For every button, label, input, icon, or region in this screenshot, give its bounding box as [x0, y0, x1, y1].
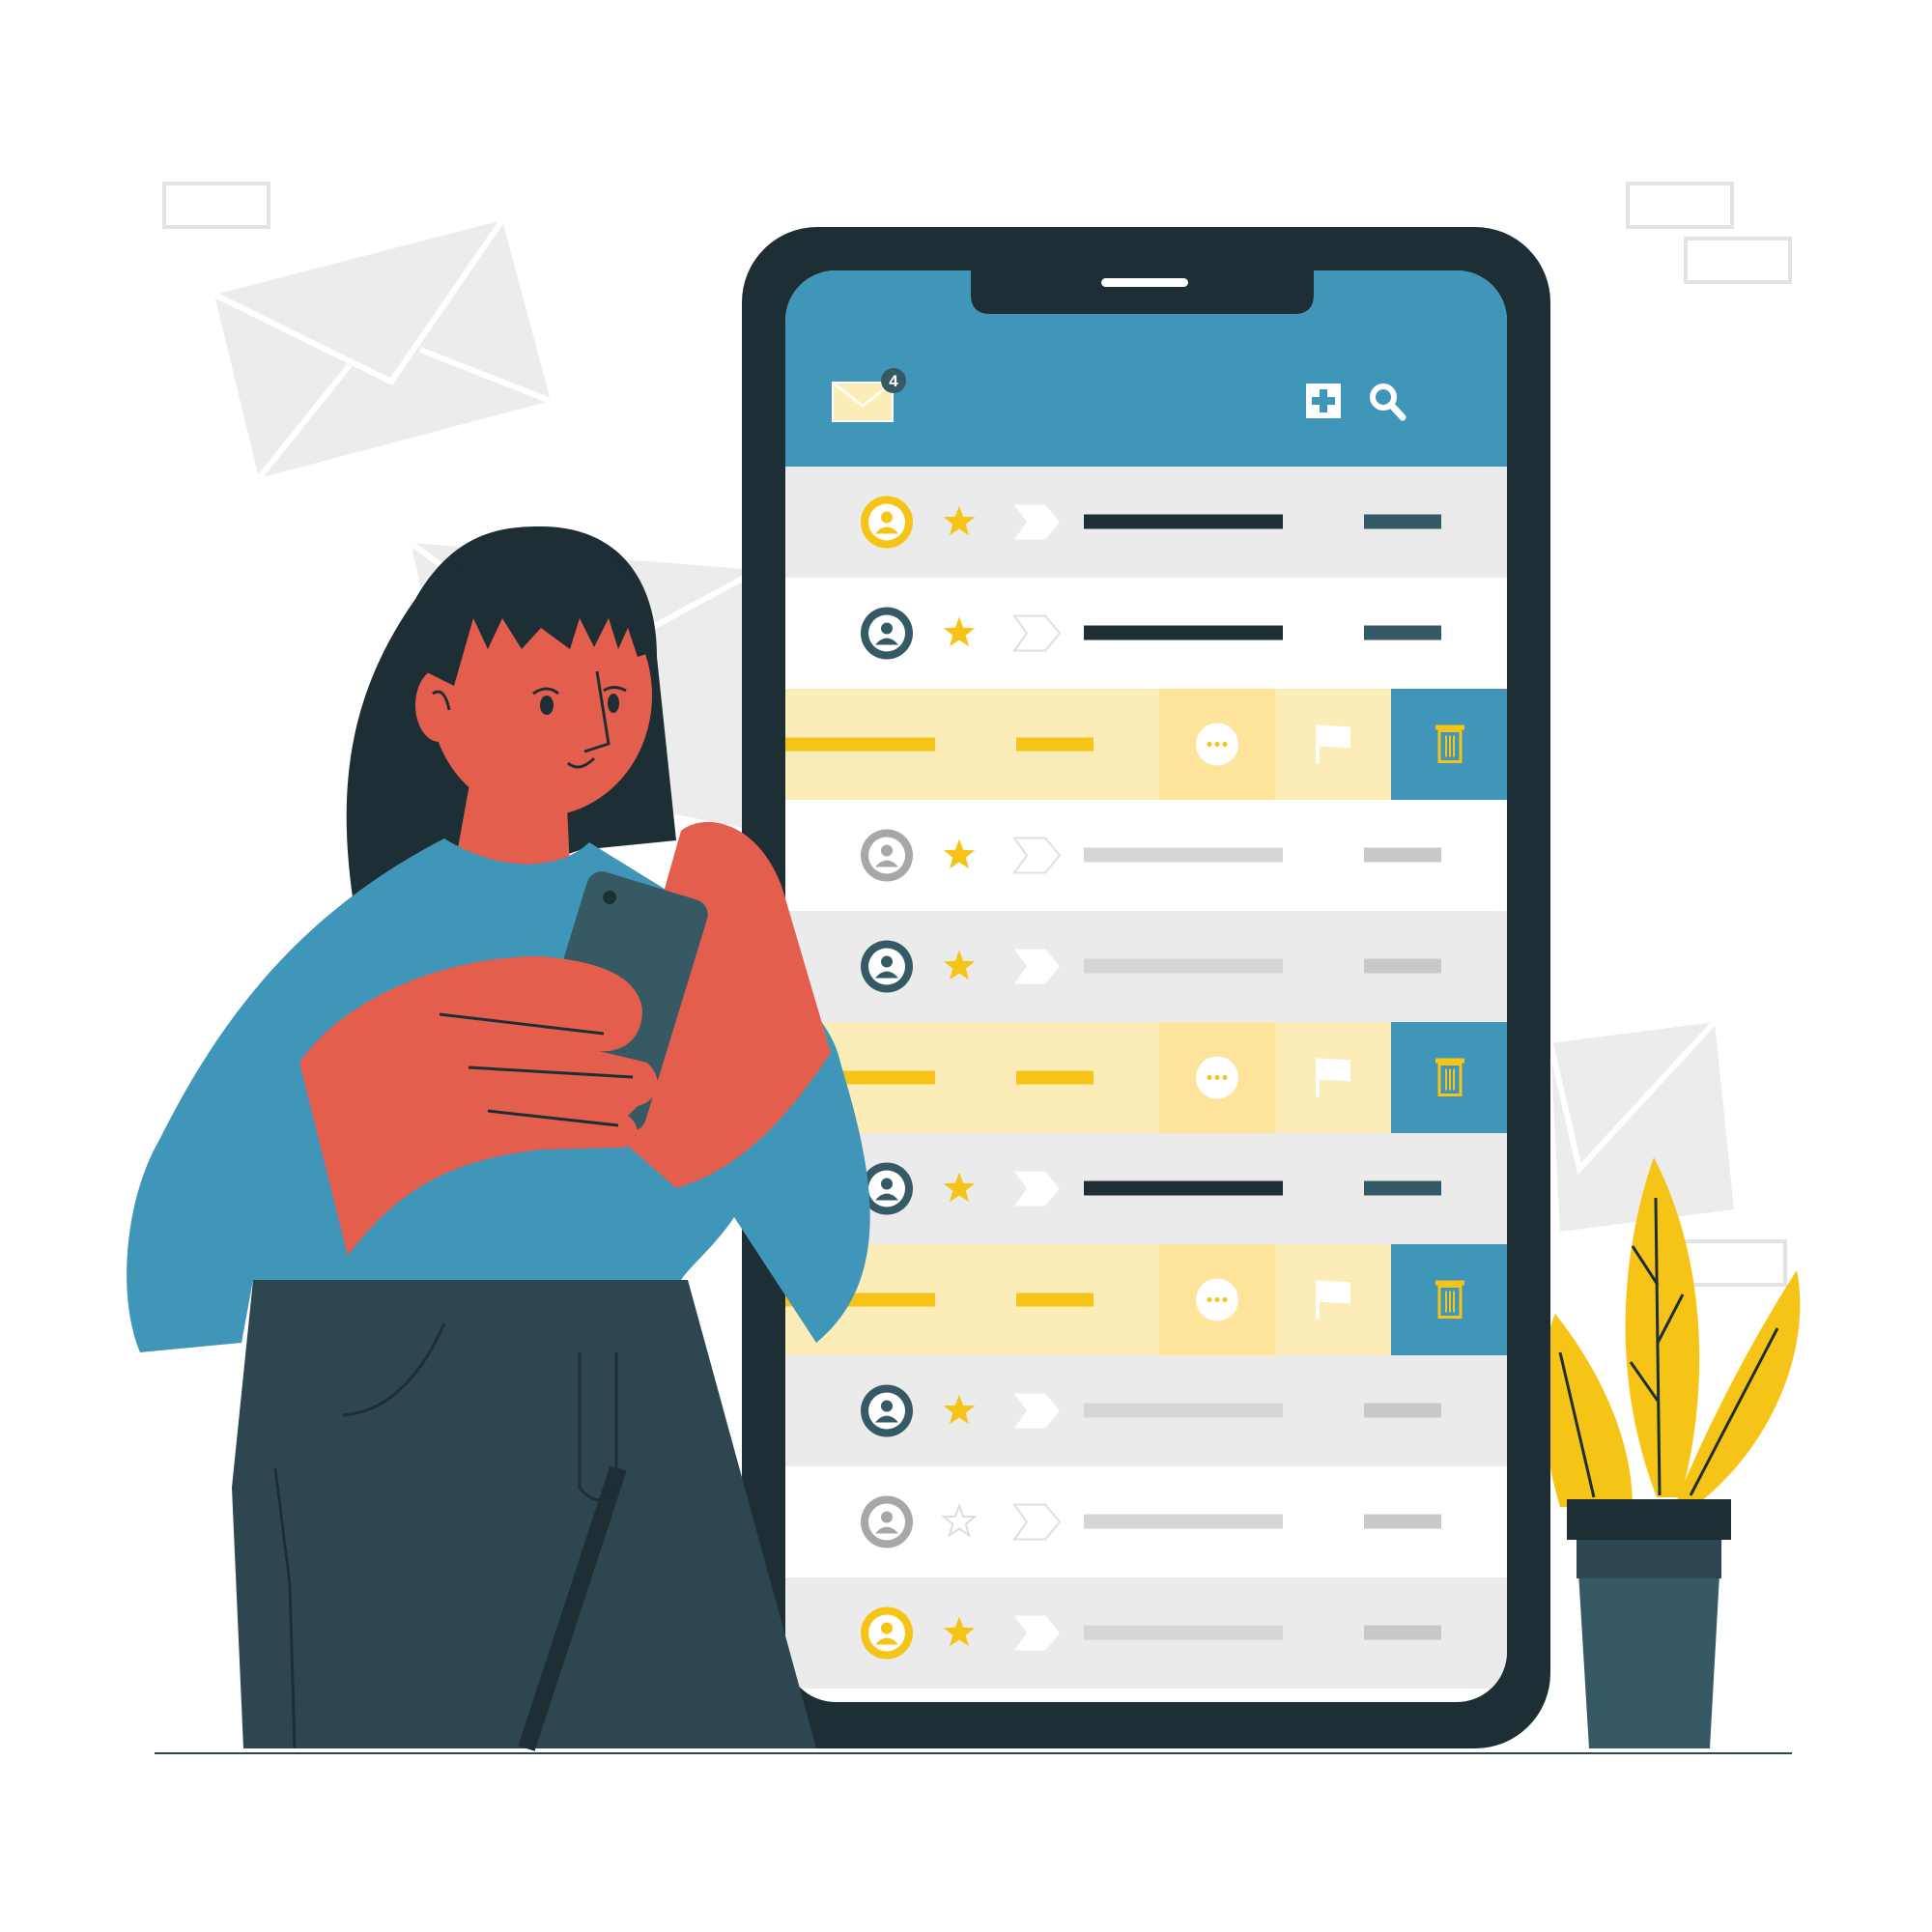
speaker-slot: [1101, 278, 1188, 287]
subject-line-placeholder: [1084, 1180, 1283, 1196]
date-placeholder: [1016, 737, 1094, 752]
decor-frame: [1679, 1239, 1787, 1287]
subject-line-placeholder: [1084, 1625, 1283, 1640]
more-action-button[interactable]: [1159, 689, 1275, 800]
subject-line-placeholder: [1084, 625, 1283, 640]
subject-line-placeholder: [1084, 1403, 1283, 1418]
trash-icon: [1435, 1058, 1464, 1096]
compose-icon[interactable]: [1306, 384, 1341, 418]
swiped-message-row[interactable]: [785, 689, 1507, 800]
delete-action-button[interactable]: [1391, 1022, 1507, 1133]
decor-frame: [162, 182, 270, 229]
subject-line-placeholder: [1084, 847, 1283, 863]
message-row[interactable]: [785, 467, 1507, 578]
message-row[interactable]: [785, 1133, 1507, 1244]
date-placeholder: [1364, 1180, 1441, 1196]
avatar-icon: [861, 1384, 913, 1437]
subject-line-placeholder: [1084, 514, 1283, 529]
subject-line-placeholder: [1084, 1514, 1283, 1529]
avatar-icon: [861, 1495, 913, 1548]
more-action-button[interactable]: [1159, 1022, 1275, 1133]
date-placeholder: [1364, 625, 1441, 640]
decor-frame: [1684, 237, 1792, 284]
message-row[interactable]: [785, 911, 1507, 1022]
message-row[interactable]: [785, 1355, 1507, 1466]
potted-plant: [1543, 1157, 1801, 1748]
date-placeholder: [1016, 1070, 1094, 1085]
phone-screen: [785, 270, 1507, 1702]
flag-action-button[interactable]: [1275, 1022, 1391, 1133]
message-row[interactable]: [785, 800, 1507, 911]
avatar-icon: [861, 496, 913, 549]
message-row[interactable]: [785, 1577, 1507, 1689]
date-placeholder: [1364, 958, 1441, 974]
subject-line-placeholder: [1084, 958, 1283, 974]
trash-icon: [1435, 724, 1464, 763]
flag-action-button[interactable]: [1275, 1244, 1391, 1355]
unread-count: 4: [889, 372, 898, 390]
phone-notch: [971, 266, 1314, 314]
delete-action-button[interactable]: [1391, 1244, 1507, 1355]
date-placeholder: [1364, 1625, 1441, 1640]
decor-frame: [1626, 182, 1734, 229]
trash-icon: [1435, 1280, 1464, 1319]
avatar-icon: [861, 607, 913, 660]
more-action-button[interactable]: [1159, 1244, 1275, 1355]
envelope-decor: [213, 218, 553, 480]
avatar-icon: [861, 829, 913, 882]
flag-action-button[interactable]: [1275, 689, 1391, 800]
message-list: [785, 467, 1507, 1689]
date-placeholder: [1364, 1403, 1441, 1418]
date-placeholder: [1364, 514, 1441, 529]
avatar-icon: [861, 940, 913, 993]
email-app-illustration: 4: [127, 182, 1801, 1754]
swiped-message-row[interactable]: [785, 1244, 1507, 1355]
swiped-message-row[interactable]: [785, 1022, 1507, 1133]
message-row[interactable]: [785, 578, 1507, 689]
message-row[interactable]: [785, 1466, 1507, 1577]
subject-line-placeholder: [785, 737, 935, 752]
date-placeholder: [1016, 1293, 1094, 1307]
date-placeholder: [1364, 1514, 1441, 1529]
avatar-icon: [861, 1606, 913, 1660]
date-placeholder: [1364, 847, 1441, 863]
delete-action-button[interactable]: [1391, 689, 1507, 800]
